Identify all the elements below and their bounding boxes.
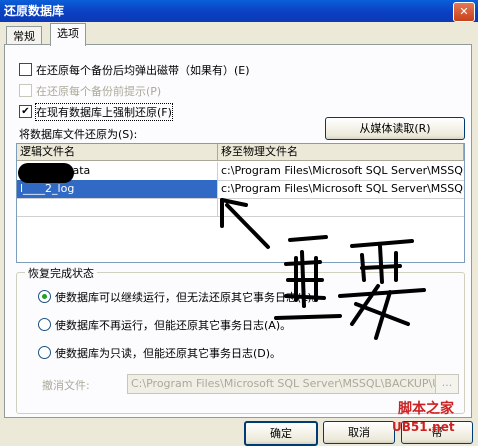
handwritten-annotation: [220, 198, 426, 340]
watermark-logo: 脚本之家: [398, 401, 454, 417]
watermark-url: UB51.net: [392, 420, 455, 434]
tab-options[interactable]: 选项: [50, 23, 86, 46]
